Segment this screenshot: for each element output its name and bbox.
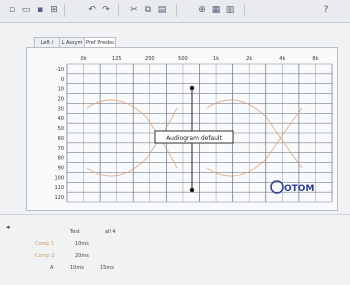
audiogram-labels: 0k 125 250 500 1k 2k 4k 8k -10 0 10 20 30 40 50 60 70 80 9…: [54, 56, 318, 201]
y-tick-label: 100: [54, 175, 64, 181]
row3-value2[interactable]: 15ms: [100, 265, 114, 271]
bottom-panel: ◂ Test all 4 Comp 1 10ms Comp 2 20ms A 1…: [0, 214, 350, 285]
y-tick-label: 110: [54, 185, 64, 191]
y-tick-label: 0: [61, 77, 64, 83]
x-tick-label: 250: [145, 56, 155, 62]
row2-label: Comp 2: [35, 253, 55, 259]
x-tick-label: 2k: [246, 56, 252, 62]
undo-icon[interactable]: ↶: [86, 4, 98, 16]
audiogram-popup-text: Audiogram default: [166, 135, 223, 142]
marker-top[interactable]: [189, 85, 195, 91]
y-tick-label: 50: [58, 126, 64, 132]
redo-icon[interactable]: ↷: [100, 4, 112, 16]
collapse-icon[interactable]: ◂: [6, 223, 10, 231]
chart-icon[interactable]: ▥: [224, 4, 236, 16]
x-tick-label: 0k: [81, 56, 87, 62]
x-tick-label: 8k: [312, 56, 318, 62]
toolbar-separator: [176, 4, 177, 17]
copy-icon[interactable]: ⧉: [142, 4, 154, 16]
marker-bottom[interactable]: [189, 187, 195, 193]
row3-label: A: [50, 265, 54, 271]
y-tick-label: -10: [56, 67, 64, 73]
toolbar: ▫ ▭ ▪ ⊞ ↶ ↷ ✂ ⧉ ▤ ⊕ ▦ ▥?: [0, 0, 350, 23]
zoom-icon[interactable]: ⊕: [196, 4, 208, 16]
open-icon[interactable]: ▭: [20, 4, 32, 16]
cut-icon[interactable]: ✂: [128, 4, 140, 16]
row1-value[interactable]: 10ms: [75, 241, 89, 247]
y-tick-label: 30: [58, 106, 64, 112]
audiogram-chart: 0k 125 250 500 1k 2k 4k 8k -10 0 10 20 30 40 50 60 70 80 9…: [54, 56, 333, 203]
x-tick-label: 125: [112, 56, 122, 62]
header-col2: all 4: [105, 229, 116, 235]
audiogram-panel: 0k 125 250 500 1k 2k 4k 8k -10 0 10 20 30 40 50 60 70 80 9…: [26, 47, 338, 211]
y-tick-label: 10: [58, 87, 64, 93]
y-tick-label: 80: [58, 156, 64, 162]
toolbar-separator: [118, 4, 119, 17]
print-icon[interactable]: ⊞: [48, 4, 60, 16]
x-tick-label: 500: [178, 56, 188, 62]
toolbar-separator: [64, 4, 65, 17]
row2-value[interactable]: 20ms: [75, 253, 89, 259]
row3-value1[interactable]: 10ms: [70, 265, 84, 271]
y-tick-label: 120: [54, 195, 64, 201]
y-tick-label: 40: [58, 116, 64, 122]
y-tick-label: 20: [58, 96, 64, 102]
paste-icon[interactable]: ▤: [156, 4, 168, 16]
new-icon[interactable]: ▫: [6, 4, 18, 16]
x-tick-label: 4k: [279, 56, 285, 62]
y-tick-label: 60: [58, 136, 64, 142]
help-icon[interactable]: ?: [320, 4, 332, 16]
otom-logo-text: OTOM: [284, 184, 314, 194]
y-tick-label: 70: [58, 146, 64, 152]
y-tick-label: 90: [58, 165, 64, 171]
row1-label: Comp 1: [35, 241, 55, 247]
header-col1: Test: [70, 229, 80, 235]
save-icon[interactable]: ▪: [34, 4, 46, 16]
toolbar-separator: [244, 4, 245, 17]
x-tick-label: 1k: [213, 56, 219, 62]
grid-icon[interactable]: ▦: [210, 4, 222, 16]
